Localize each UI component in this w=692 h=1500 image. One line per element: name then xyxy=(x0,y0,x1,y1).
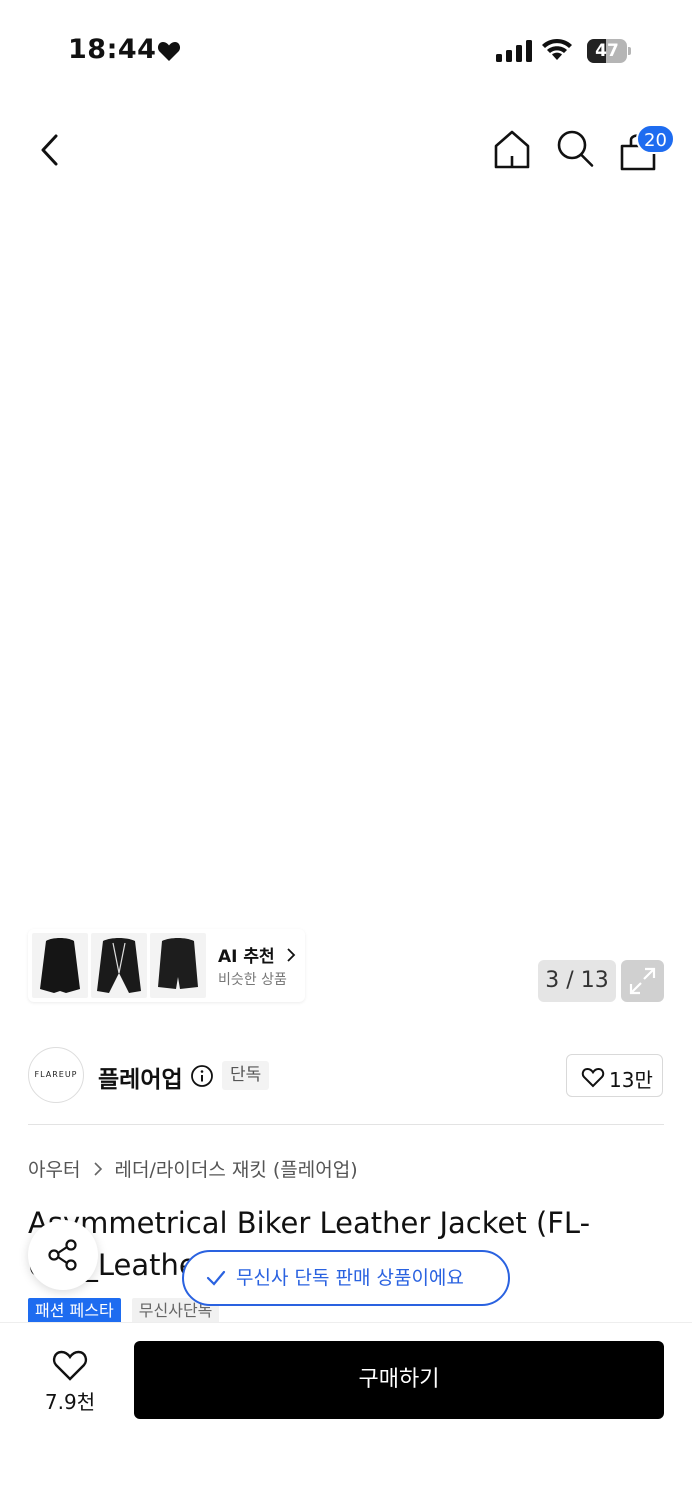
brand-logo[interactable]: FLAREUP xyxy=(28,1047,84,1103)
search-button[interactable] xyxy=(555,128,595,170)
cart-count-badge: 20 xyxy=(636,124,675,154)
info-icon[interactable] xyxy=(190,1064,214,1088)
cart-button[interactable]: 20 xyxy=(618,124,678,172)
check-icon xyxy=(206,1270,226,1286)
product-image xyxy=(95,211,600,1005)
battery-icon: 47 xyxy=(587,39,631,63)
wishlist-count: 7.9천 xyxy=(44,1390,96,1414)
signal-icon xyxy=(496,40,532,62)
heart-icon xyxy=(581,1067,605,1088)
heart-icon xyxy=(157,42,181,61)
home-icon xyxy=(494,130,530,169)
brand-like-button[interactable]: 13만 xyxy=(566,1054,663,1097)
ai-recommend-subtitle: 비슷한 상품 xyxy=(218,972,287,988)
toast-message: 무신사 단독 판매 상품이에요 xyxy=(236,1267,464,1289)
image-counter: 3 / 13 xyxy=(538,960,616,1002)
back-button[interactable] xyxy=(34,130,68,170)
divider xyxy=(28,1124,664,1125)
brand-like-count: 13만 xyxy=(609,1068,653,1092)
share-icon xyxy=(48,1239,77,1271)
breadcrumb: 아우터 레더/라이더스 재킷 (플레어업) xyxy=(28,1155,358,1182)
product-tag: 패션 페스타 xyxy=(28,1298,121,1324)
breadcrumb-subcategory[interactable]: 레더/라이더스 재킷 (플레어업) xyxy=(115,1159,358,1181)
status-time: 18:44 xyxy=(68,34,157,65)
ai-recommend-title: AI 추천 xyxy=(218,942,297,967)
share-button[interactable] xyxy=(28,1220,98,1290)
search-icon xyxy=(557,130,594,167)
status-bar: 18:44 47 xyxy=(0,0,692,100)
heart-icon xyxy=(52,1350,88,1381)
ai-recommend-card[interactable]: AI 추천 비슷한 상품 xyxy=(28,929,305,1002)
back-arrow-icon xyxy=(41,134,58,166)
chevron-right-icon xyxy=(93,1162,102,1176)
wifi-icon xyxy=(542,39,572,60)
ai-recommend-thumbnail[interactable] xyxy=(150,933,206,998)
expand-icon xyxy=(629,967,656,995)
buy-button[interactable]: 구매하기 xyxy=(134,1341,664,1419)
expand-button[interactable] xyxy=(621,960,664,1002)
exclusive-toast: 무신사 단독 판매 상품이에요 xyxy=(182,1250,510,1306)
home-button[interactable] xyxy=(492,128,532,170)
wishlist-button[interactable]: 7.9천 xyxy=(30,1344,110,1420)
exclusive-tag: 단독 xyxy=(222,1061,270,1090)
chevron-right-icon xyxy=(286,948,295,962)
breadcrumb-category[interactable]: 아우터 xyxy=(28,1159,80,1181)
battery-level: 47 xyxy=(595,41,619,61)
ai-recommend-thumbnail[interactable] xyxy=(32,933,88,998)
ai-recommend-thumbnail[interactable] xyxy=(91,933,147,998)
brand-name[interactable]: 플레어업 xyxy=(98,1060,183,1094)
